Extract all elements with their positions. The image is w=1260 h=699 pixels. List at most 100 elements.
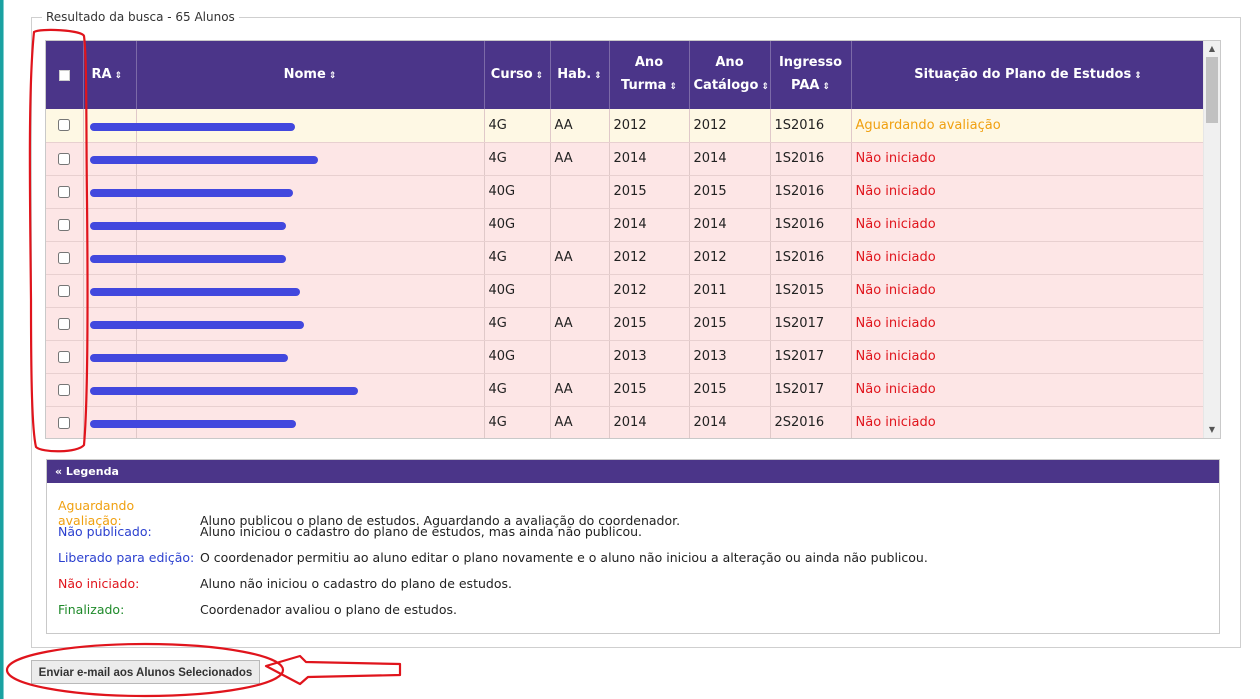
annotation-arrow	[264, 654, 402, 686]
cell-ano-turma: 2012	[609, 241, 690, 275]
row-checkbox[interactable]	[58, 284, 71, 297]
cell-situacao: Não iniciado	[851, 340, 1206, 374]
cell-ano-turma: 2012	[609, 274, 690, 308]
legend-term: Liberado para edição:	[58, 550, 195, 565]
cell-ingresso: 1S2016	[770, 142, 852, 176]
cell-situacao: Não iniciado	[851, 208, 1206, 242]
row-checkbox[interactable]	[58, 119, 71, 132]
row-checkbox[interactable]	[58, 251, 71, 264]
legend-description: Aluno iniciou o cadastro do plano de est…	[200, 524, 643, 539]
cell-curso: 40G	[484, 340, 551, 374]
cell-ingresso: 1S2017	[770, 307, 852, 341]
row-checkbox[interactable]	[58, 383, 71, 396]
redaction-mark	[90, 255, 286, 263]
column-header-situacao[interactable]: Situação do Plano de Estudos ⇕	[851, 41, 1206, 109]
row-checkbox[interactable]	[58, 350, 71, 363]
cell-ano-turma: 2014	[609, 142, 690, 176]
cell-ano-turma: 2014	[609, 208, 690, 242]
cell-hab: AA	[550, 307, 610, 341]
table-scrollbar[interactable]: ▲ ▼	[1203, 41, 1220, 438]
legend-description: O coordenador permitiu ao aluno editar o…	[200, 550, 928, 565]
cell-ingresso: 1S2015	[770, 274, 852, 308]
column-header-ingresso-paa[interactable]: Ingresso PAA ⇕	[770, 41, 852, 109]
legend-header[interactable]: « Legenda	[47, 460, 1219, 483]
scroll-down-arrow-icon[interactable]: ▼	[1204, 422, 1220, 438]
row-checkbox-cell	[46, 175, 84, 209]
cell-ano-catalogo: 2012	[689, 241, 771, 275]
sort-icon: ⇕	[1134, 70, 1142, 81]
cell-hab	[550, 274, 610, 308]
sort-icon: ⇕	[822, 82, 830, 92]
row-checkbox-cell	[46, 241, 84, 275]
legend-term: Não publicado:	[58, 524, 152, 539]
scroll-up-arrow-icon[interactable]: ▲	[1204, 41, 1220, 57]
cell-hab	[550, 175, 610, 209]
cell-hab: AA	[550, 109, 610, 143]
legend-term: Não iniciado:	[58, 576, 140, 591]
cell-curso: 40G	[484, 274, 551, 308]
cell-ano-catalogo: 2014	[689, 208, 771, 242]
cell-situacao: Não iniciado	[851, 274, 1206, 308]
row-checkbox[interactable]	[58, 218, 71, 231]
cell-ano-catalogo: 2014	[689, 406, 771, 438]
cell-ano-turma: 2015	[609, 307, 690, 341]
legend-item: Liberado para edição: O coordenador permi…	[58, 550, 928, 565]
cell-hab: AA	[550, 142, 610, 176]
cell-situacao: Não iniciado	[851, 307, 1206, 341]
select-all-checkbox[interactable]	[58, 69, 70, 81]
redaction-mark	[90, 156, 318, 164]
cell-ano-turma: 2015	[609, 175, 690, 209]
left-edge-line	[3, 0, 4, 699]
cell-ano-turma: 2014	[609, 406, 690, 438]
column-header-curso[interactable]: Curso ⇕	[484, 41, 551, 109]
redaction-mark	[90, 420, 296, 428]
cell-ingresso: 2S2016	[770, 406, 852, 438]
column-header-ano-catalogo[interactable]: Ano Catálogo ⇕	[689, 41, 771, 109]
row-checkbox[interactable]	[58, 185, 71, 198]
legend-description: Coordenador avaliou o plano de estudos.	[200, 602, 457, 617]
cell-ingresso: 1S2017	[770, 340, 852, 374]
cell-situacao: Não iniciado	[851, 241, 1206, 275]
row-checkbox-cell	[46, 307, 84, 341]
cell-hab: AA	[550, 406, 610, 438]
send-email-button[interactable]: Enviar e-mail aos Alunos Selecionados	[31, 660, 260, 684]
results-table-container: RA ⇕ Nome ⇕ Curso ⇕ Hab. ⇕ Ano Turma ⇕ Ano Ca…	[45, 40, 1221, 439]
sort-icon: ⇕	[328, 70, 337, 81]
cell-curso: 4G	[484, 307, 551, 341]
redaction-mark	[90, 123, 295, 131]
results-title: Resultado da busca - 65 Alunos	[46, 10, 235, 24]
row-checkbox[interactable]	[58, 152, 71, 165]
row-checkbox-cell	[46, 208, 84, 242]
row-checkbox-cell	[46, 373, 84, 407]
legend-term: Finalizado:	[58, 602, 125, 617]
cell-ano-catalogo: 2015	[689, 175, 771, 209]
select-all-header[interactable]	[46, 41, 84, 109]
sort-icon: ⇕	[761, 82, 769, 92]
cell-curso: 4G	[484, 373, 551, 407]
cell-curso: 4G	[484, 142, 551, 176]
sort-icon: ⇕	[114, 70, 123, 81]
redaction-mark	[90, 321, 304, 329]
cell-situacao: Não iniciado	[851, 175, 1206, 209]
column-header-hab[interactable]: Hab. ⇕	[550, 41, 610, 109]
scroll-thumb[interactable]	[1206, 57, 1218, 123]
row-checkbox[interactable]	[58, 416, 71, 429]
legend-item: Não iniciado: Aluno não iniciou o cadastr…	[58, 576, 512, 591]
column-header-ano-turma[interactable]: Ano Turma ⇕	[609, 41, 690, 109]
row-checkbox-cell	[46, 274, 84, 308]
redaction-mark	[90, 189, 293, 197]
cell-ano-catalogo: 2015	[689, 307, 771, 341]
cell-ano-turma: 2013	[609, 340, 690, 374]
cell-ano-turma: 2012	[609, 109, 690, 143]
cell-hab	[550, 340, 610, 374]
row-checkbox-cell	[46, 406, 84, 438]
row-checkbox-cell	[46, 340, 84, 374]
row-checkbox[interactable]	[58, 317, 71, 330]
sort-icon: ⇕	[669, 82, 677, 92]
column-header-ra[interactable]: RA ⇕	[83, 41, 137, 109]
table-header-row: RA ⇕ Nome ⇕ Curso ⇕ Hab. ⇕ Ano Turma ⇕ Ano Ca…	[46, 41, 1206, 109]
cell-ano-catalogo: 2013	[689, 340, 771, 374]
column-header-nome[interactable]: Nome ⇕	[136, 41, 485, 109]
cell-ingresso: 1S2016	[770, 208, 852, 242]
redaction-mark	[90, 354, 288, 362]
